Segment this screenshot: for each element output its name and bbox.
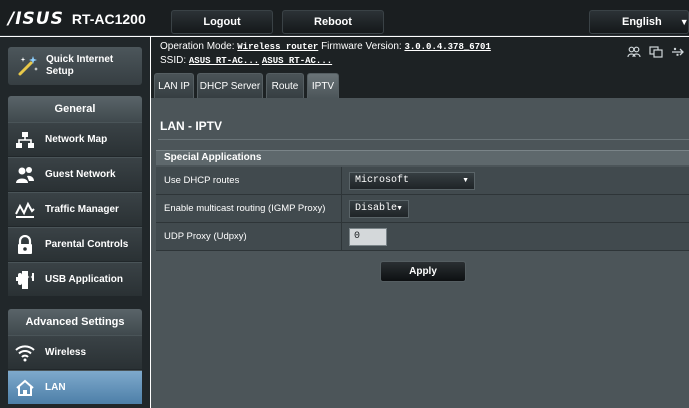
sidebar-item-usb-application[interactable]: USB Application	[8, 262, 142, 296]
field-control: Microsoft ▼	[343, 167, 475, 194]
ssid-label: SSID:	[160, 55, 187, 66]
sidebar-item-lan[interactable]: LAN	[8, 370, 142, 404]
general-heading: General	[8, 96, 142, 122]
field-label: Enable multicast routing (IGMP Proxy)	[156, 195, 342, 222]
operation-mode-link[interactable]: Wireless router	[237, 42, 318, 52]
asus-logo: /ISUS RT-AC1200	[8, 9, 146, 29]
operation-mode-label: Operation Mode:	[160, 41, 235, 52]
network-map-icon	[14, 129, 36, 151]
sidebar-item-network-map[interactable]: Network Map	[8, 122, 142, 156]
wireless-icon	[14, 342, 36, 364]
reboot-button[interactable]: Reboot	[282, 10, 384, 34]
tab-lan-ip[interactable]: LAN IP	[154, 73, 194, 98]
tab-route[interactable]: Route	[266, 73, 304, 98]
sidebar-item-label: Parental Controls	[45, 239, 129, 250]
status-bar: Operation Mode: Wireless router Firmware…	[151, 37, 689, 70]
magic-wand-icon	[12, 51, 42, 81]
field-label: UDP Proxy (Udpxy)	[156, 223, 342, 250]
settings-row-dhcp-routes: Use DHCP routes Microsoft ▼	[156, 167, 689, 195]
parental-controls-icon	[14, 234, 36, 256]
advanced-settings-heading: Advanced Settings	[8, 309, 142, 335]
ssid-link-2[interactable]: ASUS RT-AC...	[262, 56, 332, 66]
dhcp-routes-select[interactable]: Microsoft ▼	[349, 171, 475, 190]
sidebar-item-guest-network[interactable]: Guest Network	[8, 157, 142, 191]
settings-row-udpxy: UDP Proxy (Udpxy)	[156, 223, 689, 251]
brand-logo-text: /ISUS	[8, 9, 64, 29]
sidebar-item-label: USB Application	[45, 274, 123, 285]
select-value: Disable	[355, 203, 398, 214]
traffic-manager-icon	[14, 199, 36, 221]
sidebar-item-traffic-manager[interactable]: Traffic Manager	[8, 192, 142, 226]
clients-icon[interactable]	[627, 46, 641, 61]
field-control	[343, 223, 387, 250]
copy-icon[interactable]	[649, 46, 663, 61]
sidebar-item-parental-controls[interactable]: Parental Controls	[8, 227, 142, 261]
sidebar-item-wireless[interactable]: Wireless	[8, 335, 142, 369]
igmp-proxy-select[interactable]: Disable ▼	[349, 199, 409, 218]
main-panel: LAN - IPTV Special Applications Use DHCP…	[151, 98, 689, 408]
chevron-down-icon: ▼	[396, 205, 403, 212]
lan-icon	[14, 377, 36, 399]
status-icons	[627, 46, 685, 61]
sidebar-item-label: LAN	[45, 382, 66, 393]
top-bar: /ISUS RT-AC1200 Logout Reboot English ▼	[0, 0, 689, 36]
select-value: Microsoft	[355, 175, 410, 186]
tab-iptv[interactable]: IPTV	[307, 73, 339, 98]
status-line-ssid: SSID: ASUS RT-AC... ASUS RT-AC...	[160, 55, 332, 66]
logout-button[interactable]: Logout	[171, 10, 273, 34]
ssid-link-1[interactable]: ASUS RT-AC...	[189, 56, 259, 66]
quick-internet-setup-button[interactable]: Quick Internet Setup	[8, 47, 142, 85]
sidebar-item-label: Wireless	[45, 347, 87, 358]
language-label: English	[622, 16, 662, 28]
sidebar-item-label: Network Map	[45, 134, 108, 145]
sidebar: Quick Internet Setup General Network Map…	[0, 37, 150, 408]
sidebar-item-label: Traffic Manager	[45, 204, 119, 215]
quick-setup-label: Quick Internet Setup	[46, 54, 114, 77]
settings-row-igmp-proxy: Enable multicast routing (IGMP Proxy) Di…	[156, 195, 689, 223]
firmware-label: Firmware Version:	[321, 41, 402, 52]
usb-status-icon[interactable]	[671, 46, 685, 61]
guest-network-icon	[14, 164, 36, 186]
udpxy-port-input[interactable]	[349, 227, 387, 246]
sidebar-item-label: Guest Network	[45, 169, 116, 180]
tab-dhcp-server[interactable]: DHCP Server	[197, 73, 263, 98]
title-divider	[158, 139, 689, 140]
field-control: Disable ▼	[343, 195, 409, 222]
language-select[interactable]: English ▼	[589, 10, 689, 34]
chevron-down-icon: ▼	[462, 177, 469, 184]
section-header: Special Applications	[156, 150, 689, 165]
page-title: LAN - IPTV	[160, 119, 222, 133]
router-model: RT-AC1200	[71, 11, 146, 27]
field-label: Use DHCP routes	[156, 167, 342, 194]
status-line-mode: Operation Mode: Wireless router Firmware…	[160, 41, 491, 52]
firmware-version-link[interactable]: 3.0.0.4.378_6701	[404, 42, 490, 52]
chevron-down-icon: ▼	[679, 17, 689, 27]
tab-bar: LAN IP DHCP Server Route IPTV	[151, 70, 689, 98]
apply-button[interactable]: Apply	[380, 261, 466, 282]
usb-application-icon	[14, 269, 36, 291]
